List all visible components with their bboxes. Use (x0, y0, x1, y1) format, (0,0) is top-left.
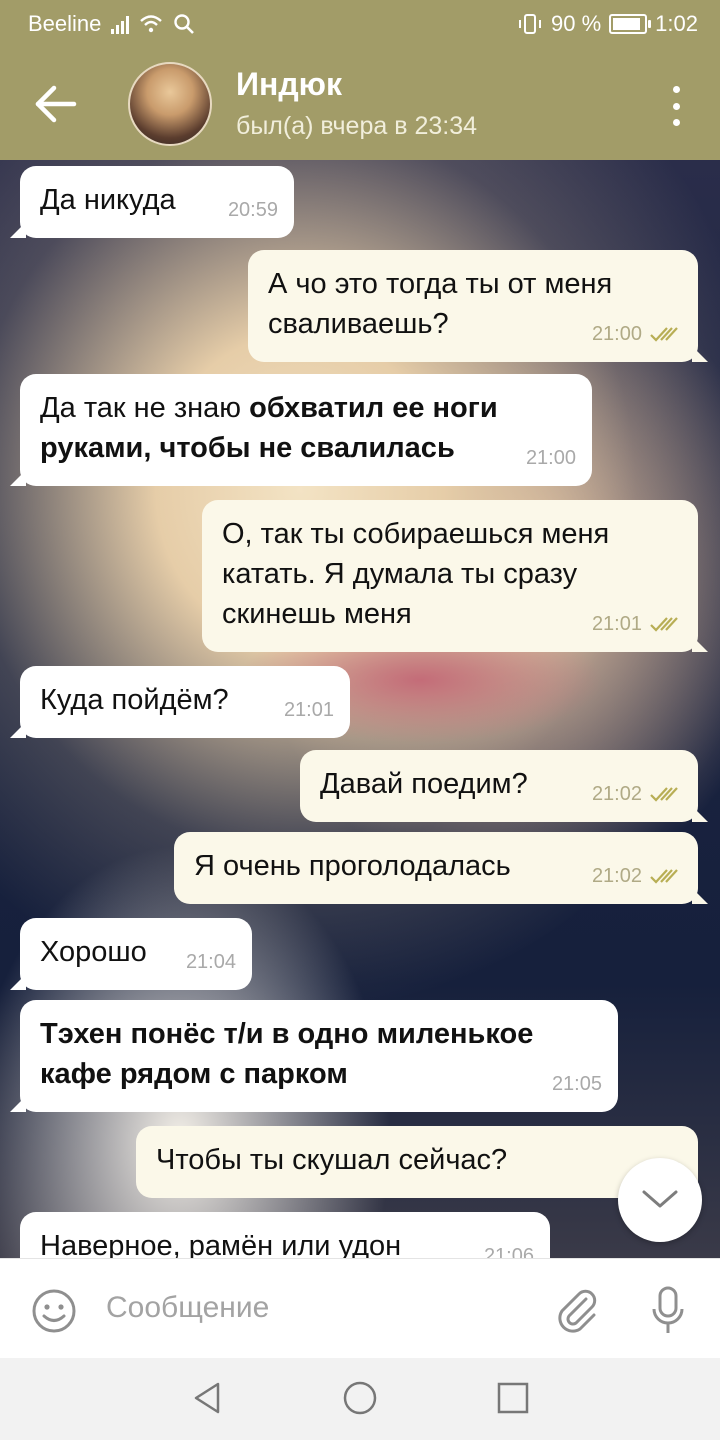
message-time: 21:01 (591, 613, 642, 635)
message-bubble[interactable]: Да никуда 20:59 (10, 166, 294, 238)
mic-icon[interactable] (650, 1285, 686, 1337)
square-recents-icon[interactable] (496, 1380, 530, 1416)
message-time: 21:02 (591, 865, 642, 887)
message-time: 20:59 (227, 199, 278, 221)
last-seen-status: был(а) вчера в 23:34 (236, 112, 478, 140)
carrier-name: Beeline (28, 11, 102, 36)
emoji-icon[interactable] (30, 1287, 78, 1335)
chat-header: Индюк был(а) вчера в 23:34 (0, 48, 720, 160)
message-text: Куда пойдём? (40, 684, 229, 716)
chevron-down-icon (642, 1190, 678, 1208)
circle-home-icon[interactable] (342, 1380, 378, 1416)
message-input[interactable]: Сообщение (106, 1291, 269, 1325)
double-check-icon (650, 869, 678, 884)
message-text: Я очень проголодалась (194, 850, 511, 882)
arrow-left-icon[interactable] (30, 82, 80, 126)
paperclip-icon[interactable] (552, 1285, 600, 1333)
message-time: 21:05 (551, 1073, 602, 1095)
system-nav-bar (0, 1358, 720, 1440)
message-text: Давай поедим? (320, 768, 528, 800)
message-time: 21:04 (185, 951, 236, 973)
message-bubble[interactable]: Хорошо 21:04 (10, 918, 252, 990)
message-text: А чо это тогда ты от меня сваливаешь? (268, 268, 613, 340)
double-check-icon (650, 787, 678, 802)
wifi-icon (140, 15, 163, 33)
message-text: Наверное, рамён или удон (40, 1230, 402, 1258)
clock: 1:02 (655, 11, 698, 36)
chat-area[interactable]: Да никуда 20:59 А чо это тогда ты от мен… (0, 160, 720, 1258)
signal-icon (111, 14, 130, 34)
double-check-icon (650, 327, 678, 342)
more-vert-icon[interactable] (666, 86, 686, 126)
battery-percent: 90 % (551, 11, 602, 36)
message-bubble[interactable]: Куда пойдём? 21:01 (10, 666, 350, 738)
status-bar: Beeline 90 % 1:02 (0, 0, 720, 48)
vibrate-icon (519, 14, 542, 34)
search-icon (174, 14, 195, 34)
message-time: 21:06 (483, 1245, 534, 1258)
message-bubble[interactable]: О, так ты собираешься меня катать. Я дум… (202, 500, 708, 652)
message-time: 21:02 (591, 783, 642, 805)
message-bubble[interactable]: Наверное, рамён или удон 21:06 (20, 1212, 550, 1258)
double-check-icon (650, 617, 678, 632)
message-bubble[interactable]: Тэхен понёс т/и в одно миленькое кафе ря… (10, 1000, 618, 1112)
scroll-down-button[interactable] (618, 1158, 702, 1242)
contact-name[interactable]: Индюк (236, 66, 342, 103)
message-text: О, так ты собираешься меня катать. Я дум… (222, 518, 610, 630)
triangle-back-icon[interactable] (190, 1380, 224, 1416)
message-text: Чтобы ты скушал сейчас? (156, 1144, 508, 1176)
message-bubble[interactable]: Я очень проголодалась 21:02 (174, 832, 708, 904)
message-bubble[interactable]: Чтобы ты скушал сейчас? 21:0 (136, 1126, 698, 1198)
message-bubble[interactable]: А чо это тогда ты от меня сваливаешь? 21… (248, 250, 708, 362)
message-time: 21:00 (591, 323, 642, 345)
message-time: 21:00 (525, 447, 576, 469)
message-bubble[interactable]: Да так не знаю обхватил ее ноги руками, … (10, 374, 592, 486)
message-text: Да так не знаю (40, 392, 250, 424)
avatar[interactable] (128, 62, 212, 146)
message-input-bar: Сообщение (0, 1258, 720, 1359)
message-action-text: Тэхен понёс т/и в одно миленькое кафе ря… (40, 1018, 534, 1090)
message-text: Хорошо (40, 936, 147, 968)
battery-icon (609, 14, 652, 34)
message-bubble[interactable]: Давай поедим? 21:02 (300, 750, 708, 822)
message-time: 21:01 (283, 699, 334, 721)
message-text: Да никуда (40, 184, 176, 216)
